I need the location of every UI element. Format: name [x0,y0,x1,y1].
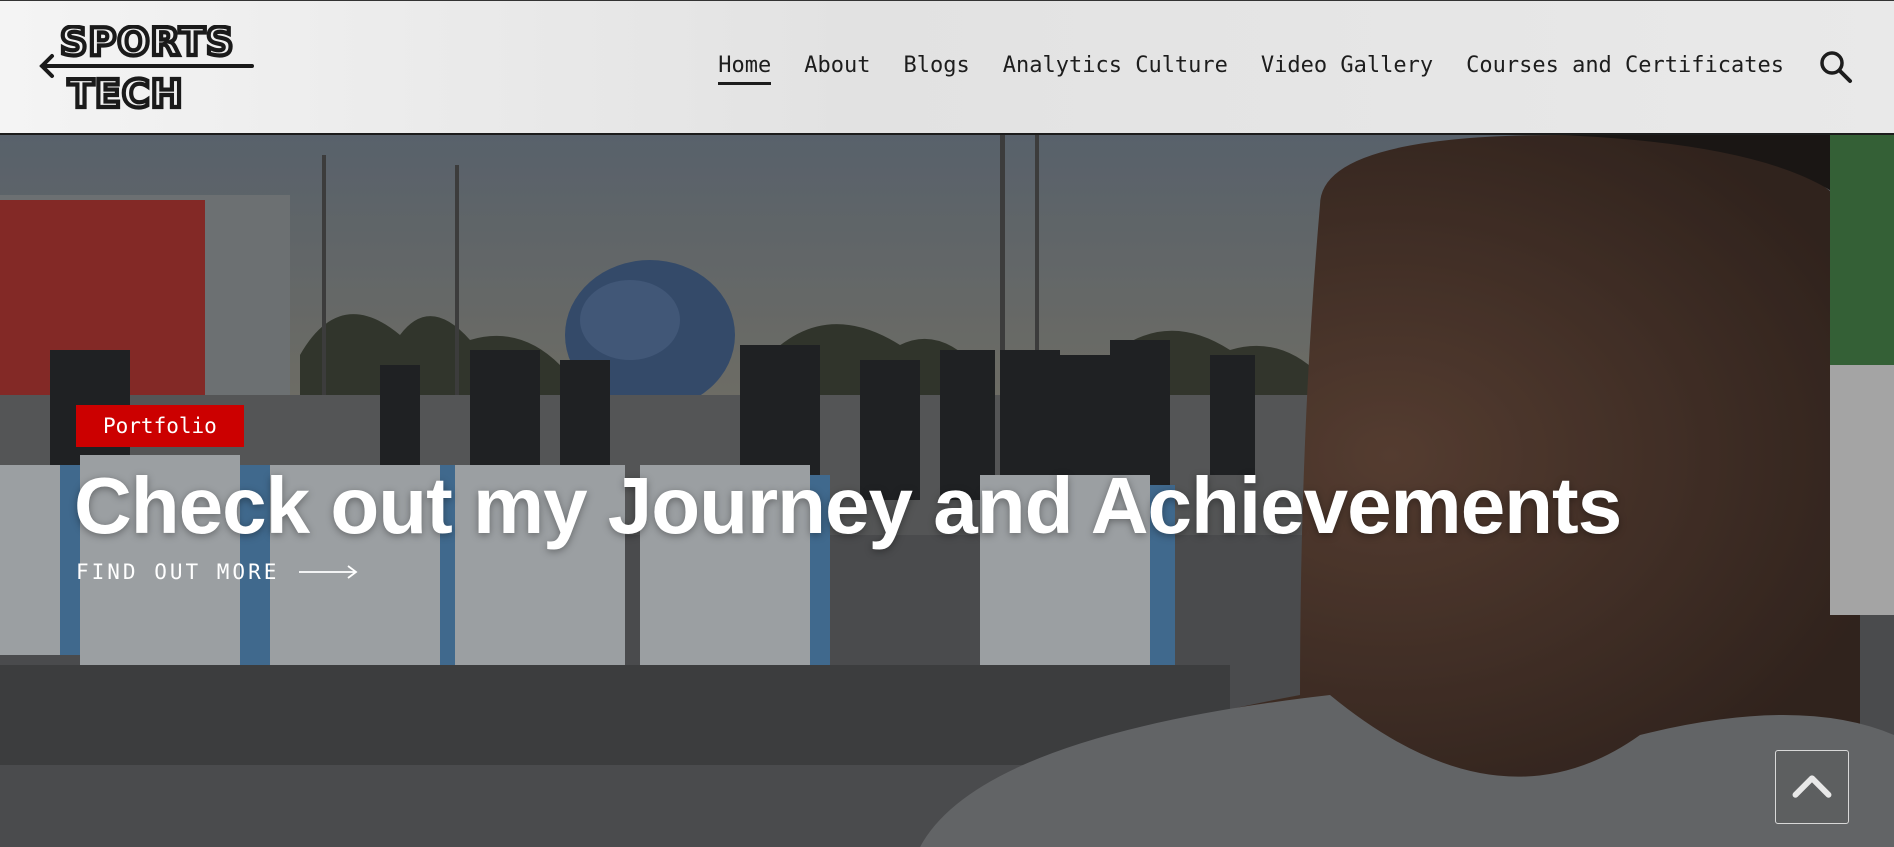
find-out-more-label: FIND OUT MORE [76,560,280,584]
hero-title: Check out my Journey and Achievements [74,461,1622,550]
hero-banner: Portfolio Check out my Journey and Achie… [0,135,1894,847]
svg-text:TECH: TECH [68,72,184,115]
portfolio-badge[interactable]: Portfolio [76,405,244,447]
scroll-to-top-button[interactable] [1775,750,1849,824]
search-icon[interactable] [1818,49,1854,85]
nav-blogs[interactable]: Blogs [904,53,970,85]
site-header: SPORTS TECH Home About Blogs Analytics C… [0,0,1894,135]
sports-tech-logo[interactable]: SPORTS TECH [38,25,258,115]
svg-text:SPORTS: SPORTS [60,25,234,64]
nav-about[interactable]: About [804,53,870,85]
arrow-right-icon [299,565,358,579]
nav-home[interactable]: Home [718,53,772,85]
nav-courses-certificates[interactable]: Courses and Certificates [1466,53,1784,85]
main-nav: Home About Blogs Analytics Culture Video… [685,53,1784,85]
chevron-up-icon [1792,775,1832,798]
find-out-more-link[interactable]: FIND OUT MORE [76,560,359,584]
nav-video-gallery[interactable]: Video Gallery [1261,53,1433,85]
nav-analytics-culture[interactable]: Analytics Culture [1003,53,1228,85]
